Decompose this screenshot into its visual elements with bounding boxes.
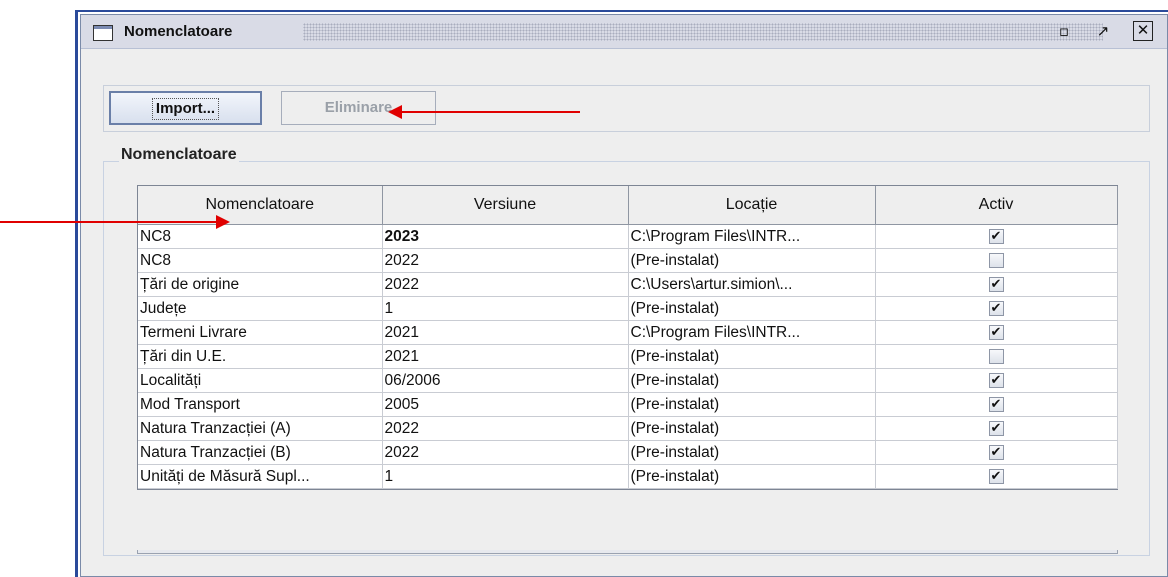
cell-nomenclatoare[interactable]: Natura Tranzacției (A) [138,416,383,441]
close-icon[interactable]: ✕ [1133,21,1153,41]
arrow-annotation-icon [398,111,580,113]
checkbox-icon[interactable] [988,348,1004,364]
table-row[interactable]: Natura Tranzacției (B) 2022 (Pre-instalat)… [138,440,1118,465]
cell-locatie[interactable]: (Pre-instalat) [628,440,876,465]
cell-nomenclatoare[interactable]: Țări din U.E. [138,344,383,369]
column-header-activ[interactable]: Activ [875,186,1118,225]
arrow-annotation-icon [216,215,230,229]
cell-locatie[interactable]: C:\Program Files\INTR... [628,224,876,249]
cell-activ[interactable]: ✔ [875,440,1118,465]
column-header-nomenclatoare[interactable]: Nomenclatoare [138,186,383,225]
cell-versiune[interactable]: 2022 [382,272,629,297]
cell-versiune[interactable]: 2005 [382,392,629,417]
cell-versiune[interactable]: 2022 [382,416,629,441]
cell-locatie[interactable]: (Pre-instalat) [628,464,876,489]
cell-activ[interactable]: ✔ [875,464,1118,489]
cell-versiune[interactable]: 2021 [382,344,629,369]
cell-activ[interactable]: ✔ [875,296,1118,321]
cell-versiune[interactable]: 2023 [382,224,629,249]
cell-locatie[interactable]: (Pre-instalat) [628,392,876,417]
cell-nomenclatoare[interactable]: Localități [138,368,383,393]
table-row[interactable]: NC8 2022 (Pre-instalat) [138,248,1118,273]
cell-locatie[interactable]: (Pre-instalat) [628,296,876,321]
table-scroll-edge [137,550,1118,554]
cell-nomenclatoare[interactable]: Termeni Livrare [138,320,383,345]
table-row[interactable]: Natura Tranzacției (A) 2022 (Pre-instalat)… [138,416,1118,441]
cell-nomenclatoare[interactable]: Natura Tranzacției (B) [138,440,383,465]
cell-versiune[interactable]: 1 [382,464,629,489]
table-row[interactable]: Unități de Măsură Supl... 1 (Pre-instalat)… [138,464,1118,489]
arrow-annotation-icon [0,221,218,223]
eliminare-button[interactable]: Eliminare [281,91,436,125]
minimize-icon[interactable]: ▫ [1054,21,1074,41]
table-row[interactable]: Termeni Livrare 2021 C:\Program Files\INTR… [138,320,1118,345]
cell-locatie[interactable]: C:\Users\artur.simion\... [628,272,876,297]
checkbox-icon[interactable]: ✔ [988,324,1004,340]
cell-activ[interactable]: ✔ [875,368,1118,393]
table-row[interactable]: Mod Transport 2005 (Pre-instalat) ✔ [138,392,1118,417]
window-title: Nomenclatoare [124,23,233,40]
cell-activ[interactable]: ✔ [875,272,1118,297]
arrow-annotation-icon [388,105,402,119]
window-icon [93,25,113,41]
title-bar[interactable]: Nomenclatoare ▫ ↗ ✕ [81,15,1167,49]
cell-locatie[interactable]: (Pre-instalat) [628,248,876,273]
table-header: Nomenclatoare Versiune Locație Activ [138,186,1118,225]
cell-nomenclatoare[interactable]: NC8 [138,248,383,273]
group-legend: Nomenclatoare [119,146,239,164]
title-bar-texture [303,23,1103,41]
checkbox-icon[interactable]: ✔ [988,372,1004,388]
table-row[interactable]: Țări de origine 2022 C:\Users\artur.simion… [138,272,1118,297]
cell-locatie[interactable]: (Pre-instalat) [628,344,876,369]
checkbox-icon[interactable]: ✔ [988,228,1004,244]
import-button[interactable]: Import... [109,91,262,125]
cell-nomenclatoare[interactable]: Județe [138,296,383,321]
nomenclatoare-window: Nomenclatoare ▫ ↗ ✕ Import... Eliminare … [80,14,1168,577]
column-header-versiune[interactable]: Versiune [382,186,629,225]
cell-locatie[interactable]: C:\Program Files\INTR... [628,320,876,345]
cell-nomenclatoare[interactable]: Țări de origine [138,272,383,297]
cell-activ[interactable]: ✔ [875,320,1118,345]
toolbar: Import... Eliminare [103,85,1150,132]
table-row[interactable]: NC8 2023 C:\Program Files\INTR... ✔ [138,224,1118,249]
cell-versiune[interactable]: 1 [382,296,629,321]
cell-versiune[interactable]: 2021 [382,320,629,345]
cell-versiune[interactable]: 2022 [382,440,629,465]
checkbox-icon[interactable]: ✔ [988,444,1004,460]
table-row[interactable]: Județe 1 (Pre-instalat) ✔ [138,296,1118,321]
checkbox-icon[interactable]: ✔ [988,396,1004,412]
cell-nomenclatoare[interactable]: Unități de Măsură Supl... [138,464,383,489]
cell-activ[interactable] [875,248,1118,273]
maximize-icon[interactable]: ↗ [1093,21,1113,41]
cell-locatie[interactable]: (Pre-instalat) [628,368,876,393]
checkbox-icon[interactable]: ✔ [988,300,1004,316]
checkbox-icon[interactable]: ✔ [988,420,1004,436]
cell-activ[interactable]: ✔ [875,416,1118,441]
nomenclatoare-table[interactable]: Nomenclatoare Versiune Locație Activ NC8… [137,185,1118,490]
table-row[interactable]: Localități 06/2006 (Pre-instalat) ✔ [138,368,1118,393]
cell-versiune[interactable]: 2022 [382,248,629,273]
cell-nomenclatoare[interactable]: Mod Transport [138,392,383,417]
import-button-label: Import... [151,98,220,120]
checkbox-icon[interactable]: ✔ [988,276,1004,292]
checkbox-icon[interactable] [988,252,1004,268]
table-row[interactable]: Țări din U.E. 2021 (Pre-instalat) [138,344,1118,369]
column-header-locatie[interactable]: Locație [628,186,876,225]
checkbox-icon[interactable]: ✔ [988,468,1004,484]
cell-activ[interactable] [875,344,1118,369]
cell-nomenclatoare[interactable]: NC8 [138,224,383,249]
cell-versiune[interactable]: 06/2006 [382,368,629,393]
cell-activ[interactable]: ✔ [875,224,1118,249]
cell-locatie[interactable]: (Pre-instalat) [628,416,876,441]
cell-activ[interactable]: ✔ [875,392,1118,417]
